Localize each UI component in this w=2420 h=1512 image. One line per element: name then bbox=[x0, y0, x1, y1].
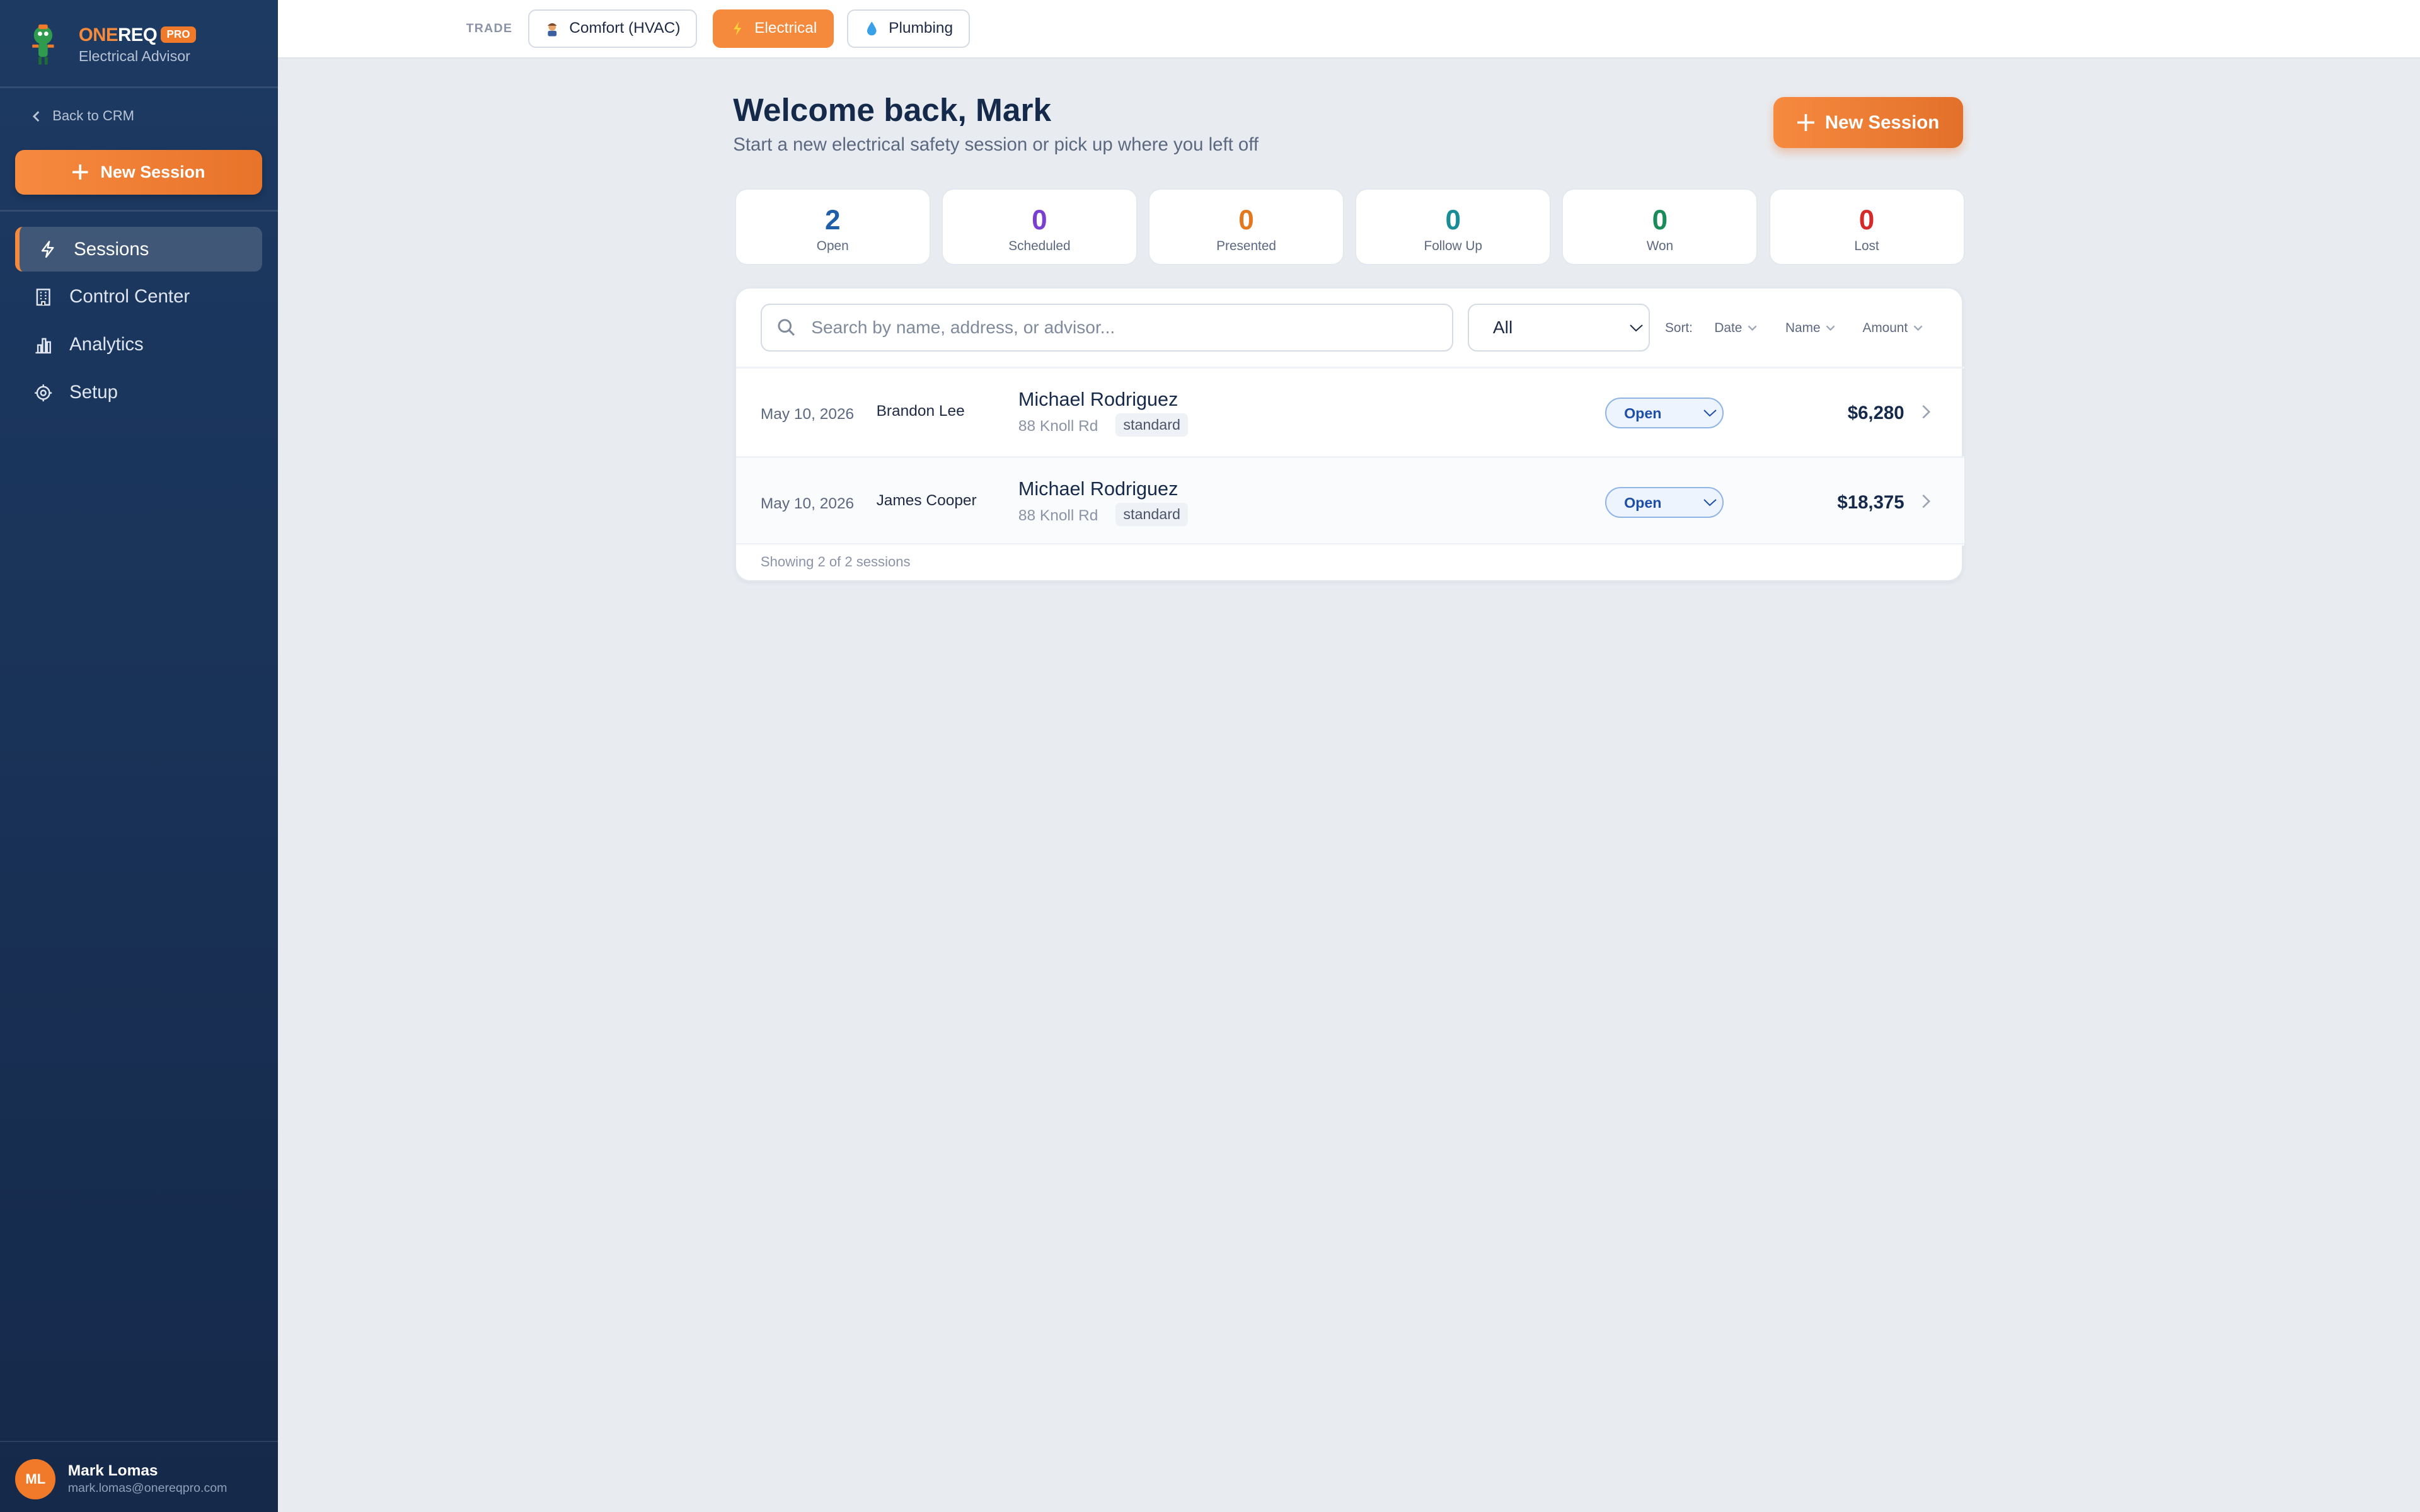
session-customer: Michael Rodriguez bbox=[1018, 388, 1178, 410]
top-bar: TRADE Comfort (HVAC) Electrical Plumbing bbox=[277, 0, 2420, 59]
session-date: May 10, 2026 bbox=[760, 495, 855, 512]
session-tag: standard bbox=[1115, 502, 1189, 526]
plus-icon bbox=[1797, 114, 1814, 132]
divider bbox=[0, 86, 278, 88]
status-filter-select[interactable]: All bbox=[1467, 303, 1650, 352]
stat-card-won[interactable]: 0 Won bbox=[1562, 188, 1758, 266]
sidebar-item-label: Sessions bbox=[74, 238, 149, 260]
sidebar-item-label: Analytics bbox=[69, 334, 144, 355]
bolt-icon bbox=[734, 21, 742, 36]
results-count: Showing 2 of 2 sessions bbox=[760, 553, 911, 570]
sidebar-item-setup[interactable]: Setup bbox=[15, 370, 262, 415]
chevron-right-icon[interactable] bbox=[1918, 403, 1933, 421]
chevron-left-icon bbox=[32, 111, 40, 122]
session-date: May 10, 2026 bbox=[760, 405, 855, 423]
trade-tab-label: Electrical bbox=[754, 20, 817, 37]
sessions-card: All Sort: Date Name Amount May 10, 2026 … bbox=[734, 287, 1965, 582]
stat-value: 0 bbox=[1858, 205, 1875, 236]
bolt-icon bbox=[41, 241, 54, 258]
stat-label: Open bbox=[816, 239, 849, 254]
stat-value: 2 bbox=[824, 205, 841, 236]
session-customer: Michael Rodriguez bbox=[1018, 478, 1178, 500]
stat-label: Won bbox=[1646, 239, 1674, 254]
session-row[interactable]: May 10, 2026 Brandon Lee Michael Rodrigu… bbox=[736, 369, 1964, 457]
user-profile[interactable]: ML Mark Lomas mark.lomas@onereqpro.com bbox=[0, 1441, 278, 1512]
pro-badge: PRO bbox=[160, 26, 197, 43]
bar-chart-icon bbox=[35, 338, 51, 353]
sort-by-amount-button[interactable]: Amount bbox=[1862, 321, 1923, 336]
new-session-button[interactable]: New Session bbox=[1773, 97, 1964, 149]
gear-icon bbox=[35, 384, 52, 401]
stat-card-scheduled[interactable]: 0 Scheduled bbox=[941, 188, 1138, 266]
stat-value: 0 bbox=[1238, 205, 1254, 236]
divider bbox=[0, 210, 278, 212]
session-amount: $18,375 bbox=[1837, 491, 1904, 513]
session-status-select[interactable]: Open bbox=[1605, 487, 1724, 518]
session-amount: $6,280 bbox=[1847, 402, 1904, 423]
stat-value: 0 bbox=[1652, 205, 1668, 236]
search-input[interactable] bbox=[808, 316, 1426, 340]
chevron-right-icon[interactable] bbox=[1918, 492, 1933, 510]
sidebar: ONEREQ PRO Electrical Advisor Back to CR… bbox=[0, 0, 278, 1512]
stat-label: Scheduled bbox=[1008, 239, 1071, 254]
sort-label: Sort: bbox=[1665, 320, 1693, 335]
sort-by-name-button[interactable]: Name bbox=[1785, 321, 1836, 336]
trade-label: TRADE bbox=[466, 21, 513, 36]
stat-label: Follow Up bbox=[1424, 239, 1482, 254]
stat-card-follow-up[interactable]: 0 Follow Up bbox=[1355, 188, 1552, 266]
trade-tab-label: Comfort (HVAC) bbox=[569, 20, 681, 37]
trade-tab-hvac[interactable]: Comfort (HVAC) bbox=[527, 9, 697, 48]
sidebar-item-control-center[interactable]: Control Center bbox=[15, 275, 262, 319]
back-label: Back to CRM bbox=[52, 108, 135, 124]
sidebar-item-label: Control Center bbox=[69, 286, 190, 307]
stat-value: 0 bbox=[1445, 205, 1461, 236]
back-to-crm-link[interactable]: Back to CRM bbox=[31, 108, 134, 124]
stat-card-presented[interactable]: 0 Presented bbox=[1148, 188, 1345, 266]
sidebar-item-sessions[interactable]: Sessions bbox=[15, 227, 263, 272]
user-email: mark.lomas@onereqpro.com bbox=[67, 1480, 228, 1495]
sidebar-item-analytics[interactable]: Analytics bbox=[15, 323, 262, 367]
avatar: ML bbox=[15, 1459, 56, 1499]
sidebar-new-session-button[interactable]: New Session bbox=[15, 149, 263, 195]
sort-option-label: Amount bbox=[1862, 320, 1908, 335]
brand-subtitle: Electrical Advisor bbox=[78, 47, 190, 64]
chevron-down-icon bbox=[1913, 325, 1922, 331]
session-advisor: James Cooper bbox=[876, 491, 977, 509]
chevron-down-icon bbox=[1826, 325, 1835, 331]
stat-label: Lost bbox=[1854, 239, 1879, 254]
session-address: 88 Knoll Rd bbox=[1018, 507, 1098, 525]
trade-tab-label: Plumbing bbox=[889, 20, 954, 37]
stat-card-open[interactable]: 2 Open bbox=[734, 188, 931, 266]
sort-by-date-button[interactable]: Date bbox=[1714, 321, 1757, 336]
building-icon bbox=[36, 288, 50, 306]
sidebar-item-label: Setup bbox=[69, 382, 118, 403]
chevron-down-icon bbox=[1748, 325, 1757, 331]
session-row[interactable]: May 10, 2026 James Cooper Michael Rodrig… bbox=[735, 457, 1965, 546]
brand[interactable]: ONEREQ PRO Electrical Advisor bbox=[25, 21, 272, 67]
trade-tab-plumbing[interactable]: Plumbing bbox=[847, 9, 970, 48]
stat-value: 0 bbox=[1032, 205, 1047, 236]
sort-option-label: Date bbox=[1714, 320, 1743, 335]
search-box[interactable] bbox=[760, 303, 1454, 352]
session-advisor: Brandon Lee bbox=[876, 402, 965, 420]
session-tag: standard bbox=[1115, 413, 1189, 437]
new-session-label: New Session bbox=[100, 162, 205, 181]
new-session-label: New Session bbox=[1824, 112, 1940, 133]
search-icon bbox=[778, 319, 795, 336]
session-status-select[interactable]: Open bbox=[1605, 398, 1724, 429]
page-subtitle: Start a new electrical safety session or… bbox=[733, 134, 1259, 156]
sort-option-label: Name bbox=[1785, 320, 1821, 335]
plus-icon bbox=[72, 164, 88, 180]
page-title: Welcome back, Mark bbox=[733, 91, 1052, 129]
water-drop-icon bbox=[867, 21, 877, 36]
session-address: 88 Knoll Rd bbox=[1018, 418, 1098, 435]
brand-name: ONEREQ bbox=[78, 25, 158, 46]
technician-icon bbox=[547, 23, 557, 37]
user-name: Mark Lomas bbox=[67, 1462, 158, 1480]
stat-card-lost[interactable]: 0 Lost bbox=[1768, 188, 1965, 266]
trade-tab-electrical[interactable]: Electrical bbox=[713, 9, 834, 48]
divider bbox=[735, 542, 1965, 545]
stat-label: Presented bbox=[1216, 239, 1276, 254]
mascot-logo-icon bbox=[32, 25, 54, 65]
